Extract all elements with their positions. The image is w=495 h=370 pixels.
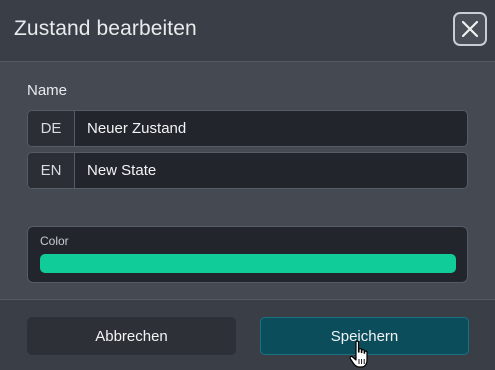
dialog-header: Zustand bearbeiten [0,0,495,62]
dialog-title: Zustand bearbeiten [14,17,197,40]
dialog-footer: Abbrechen Speichern [0,299,495,370]
color-label: Color [40,234,69,248]
name-label: Name [27,82,68,99]
color-field: Color [27,226,468,283]
language-code-de: DE [28,111,75,146]
dialog-body: Name DE EN Color [0,62,495,298]
name-field-en: EN [27,152,468,189]
close-button[interactable] [453,12,487,46]
name-field-de: DE [27,110,468,147]
name-input-de[interactable] [75,111,465,146]
language-code-en: EN [28,153,75,188]
name-input-en[interactable] [75,153,465,188]
cancel-button[interactable]: Abbrechen [27,317,236,355]
color-swatch[interactable] [40,254,456,273]
edit-state-dialog: Zustand bearbeiten Name DE EN Color Abbr… [0,0,495,370]
close-icon [461,20,479,38]
save-button[interactable]: Speichern [260,317,469,355]
